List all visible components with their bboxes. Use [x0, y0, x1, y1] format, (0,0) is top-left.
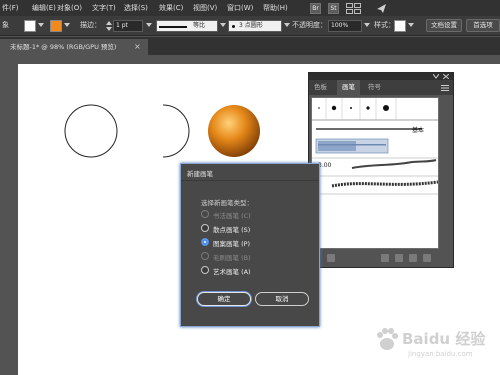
- stroke-weight-field[interactable]: 1 pt: [113, 20, 143, 32]
- stroke-label: 描边：: [80, 21, 101, 29]
- watermark-url: jingyan.baidu.com: [408, 350, 473, 358]
- stroke-stepper-icon[interactable]: [106, 20, 112, 32]
- delete-icon[interactable]: [423, 254, 431, 262]
- dialog-prompt: 选择新画笔类型：: [201, 199, 253, 207]
- radio-selected-icon[interactable]: [201, 238, 209, 246]
- tab-symbols[interactable]: 符号: [363, 80, 386, 95]
- watermark-text: Baidu 经验: [402, 330, 486, 348]
- style-label: 样式：: [374, 21, 395, 29]
- bridge-icon[interactable]: Br: [310, 3, 321, 14]
- baidu-watermark: Baidu 经验 jingyan.baidu.com: [368, 322, 498, 372]
- half-circle-path[interactable]: [162, 104, 190, 158]
- option-label: 散点画笔 (S): [213, 226, 251, 234]
- option-label: 图案画笔 (P): [213, 240, 251, 248]
- option-label: 书法画笔 (C): [213, 212, 251, 220]
- document-tab[interactable]: 未标题-1* @ 98% (RGB/GPU 预览) ×: [0, 39, 148, 55]
- chevron-down-icon[interactable]: [38, 23, 44, 28]
- document-tab-title: 未标题-1* @ 98% (RGB/GPU 预览): [10, 43, 117, 51]
- menu-bar: 件(F) 编辑(E) 对象(O) 文字(T) 选择(S) 效果(C) 视图(V)…: [0, 0, 500, 16]
- brush-definition-label: 3 点圆形: [239, 22, 263, 29]
- brush-definition-field[interactable]: 3 点圆形: [228, 20, 282, 32]
- document-setup-button[interactable]: 文档设置: [426, 19, 462, 32]
- close-icon[interactable]: [443, 74, 449, 79]
- style-swatch[interactable]: [394, 20, 406, 32]
- option-pattern-brush[interactable]: 图案画笔 (P): [201, 237, 311, 248]
- menu-effect[interactable]: 效果(C): [159, 3, 183, 13]
- menu-window[interactable]: 窗口(W): [227, 3, 253, 13]
- close-icon[interactable]: ×: [134, 39, 141, 55]
- menu-help[interactable]: 帮助(H): [263, 3, 288, 13]
- option-label: 艺术画笔 (A): [213, 268, 251, 276]
- control-bar: 象 描边： 1 pt 等比 3 点圆形 不透明度： 100% 样式： 文档设置 …: [0, 16, 500, 36]
- menu-edit[interactable]: 编辑(E): [32, 3, 56, 13]
- option-label: 毛刷画笔 (B): [213, 254, 251, 262]
- preferences-button[interactable]: 首选项: [466, 19, 500, 32]
- chevron-down-icon[interactable]: [284, 23, 290, 28]
- collapse-icon[interactable]: [433, 74, 439, 79]
- menu-view[interactable]: 视图(V): [193, 3, 217, 13]
- brush-previews: [312, 98, 438, 195]
- panel-title-bar[interactable]: [309, 73, 453, 80]
- menu-object[interactable]: 对象(O): [57, 3, 82, 13]
- option-bristle-brush: 毛刷画笔 (B): [201, 251, 311, 262]
- document-tab-bar: 未标题-1* @ 98% (RGB/GPU 预览) ×: [0, 37, 500, 55]
- panel-tabs: 色板 画笔 符号: [309, 80, 453, 95]
- new-brush-dialog: 新建画笔 选择新画笔类型： 书法画笔 (C) 散点画笔 (S) 图案画笔 (P)…: [180, 163, 320, 327]
- remove-stroke-icon[interactable]: [381, 254, 389, 262]
- circle-outline[interactable]: [64, 104, 118, 158]
- fill-swatch[interactable]: [24, 20, 36, 32]
- menu-type[interactable]: 文字(T): [92, 3, 116, 13]
- opacity-label: 不透明度：: [292, 21, 327, 29]
- orange-sphere[interactable]: [208, 105, 260, 157]
- variable-width-profile[interactable]: 等比: [156, 20, 218, 32]
- cancel-button[interactable]: 取消: [255, 292, 309, 306]
- brush-library-menu-icon[interactable]: [327, 254, 335, 262]
- panel-menu-icon[interactable]: [441, 85, 449, 91]
- ok-button[interactable]: 确定: [197, 292, 251, 306]
- option-scatter-brush[interactable]: 散点画笔 (S): [201, 223, 311, 234]
- radio-icon: [201, 210, 209, 218]
- radio-icon[interactable]: [201, 266, 209, 274]
- stock-icon[interactable]: St: [328, 3, 339, 14]
- brush-library[interactable]: 基本 3.00: [311, 97, 439, 249]
- brushes-panel: 色板 画笔 符号 基本 3.00: [308, 72, 454, 268]
- tab-brushes[interactable]: 画笔: [337, 80, 360, 95]
- stroke-swatch[interactable]: [50, 20, 62, 32]
- chevron-down-icon[interactable]: [408, 23, 414, 28]
- dialog-title: 新建画笔: [187, 170, 213, 178]
- option-calligraphic-brush: 书法画笔 (C): [201, 209, 311, 220]
- grid-layout-icon[interactable]: [346, 3, 362, 14]
- chevron-down-icon[interactable]: [364, 23, 370, 28]
- basic-brush-label: 基本: [412, 127, 425, 134]
- radio-icon: [201, 252, 209, 260]
- chevron-down-icon[interactable]: [64, 23, 70, 28]
- brush-size-label: 3.00: [318, 162, 332, 169]
- new-brush-icon[interactable]: [409, 254, 417, 262]
- tab-swatches[interactable]: 色板: [309, 80, 332, 95]
- radio-icon[interactable]: [201, 224, 209, 232]
- option-art-brush[interactable]: 艺术画笔 (A): [201, 265, 311, 276]
- send-icon[interactable]: [376, 3, 387, 14]
- options-icon[interactable]: [395, 254, 403, 262]
- baidu-paw-icon: [377, 328, 398, 350]
- opacity-field[interactable]: 100%: [328, 20, 362, 32]
- chevron-down-icon[interactable]: [146, 23, 152, 28]
- dialog-divider: [181, 180, 319, 181]
- menu-file[interactable]: 件(F): [2, 3, 19, 13]
- chevron-down-icon[interactable]: [220, 23, 226, 28]
- menu-select[interactable]: 选择(S): [124, 3, 148, 13]
- profile-label: 等比: [193, 22, 206, 29]
- selection-label: 象: [2, 21, 9, 29]
